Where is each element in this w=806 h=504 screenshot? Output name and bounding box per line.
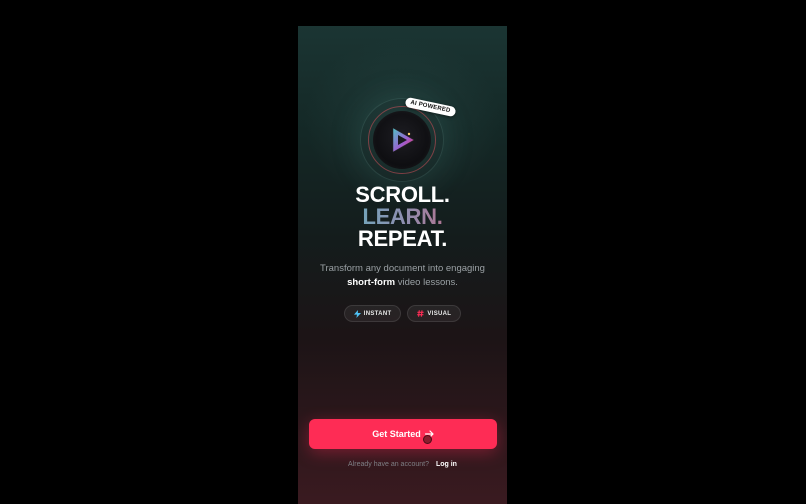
login-prompt: Already have an account? xyxy=(348,461,429,468)
pointer-cursor xyxy=(423,435,432,444)
login-footer: Already have an account? Log in xyxy=(298,461,507,468)
app-logo xyxy=(368,106,436,174)
screen-backdrop: AI POWERED SCROLL. LEARN. REPEAT. Transf… xyxy=(0,0,806,504)
lightning-icon xyxy=(353,309,361,318)
play-icon xyxy=(392,127,415,153)
get-started-label: Get Started xyxy=(372,429,421,439)
get-started-button[interactable]: Get Started xyxy=(309,419,497,449)
headline-line-repeat: REPEAT. xyxy=(357,226,448,251)
feature-chips: INSTANT VISUAL xyxy=(298,305,507,322)
hero-headline: SCROLL. LEARN. REPEAT. xyxy=(298,184,507,250)
subtitle-highlight: short-form xyxy=(347,277,396,288)
chip-instant: INSTANT xyxy=(343,305,402,322)
hero-subtitle: Transform any document into engaging sho… xyxy=(308,262,497,290)
headline-line-scroll: SCROLL. xyxy=(355,182,450,207)
chip-instant-label: INSTANT xyxy=(363,310,392,317)
hashtag-icon xyxy=(417,310,425,317)
login-link[interactable]: Log in xyxy=(436,461,457,468)
chip-visual: VISUAL xyxy=(407,305,462,322)
subtitle-part1: Transform any document into engaging xyxy=(320,263,485,274)
onboarding-screen: AI POWERED SCROLL. LEARN. REPEAT. Transf… xyxy=(298,26,507,504)
subtitle-part2: video lessons. xyxy=(397,277,458,288)
chip-visual-label: VISUAL xyxy=(427,310,452,317)
headline-line-learn: LEARN. xyxy=(298,206,507,228)
logo-disc xyxy=(373,111,431,169)
